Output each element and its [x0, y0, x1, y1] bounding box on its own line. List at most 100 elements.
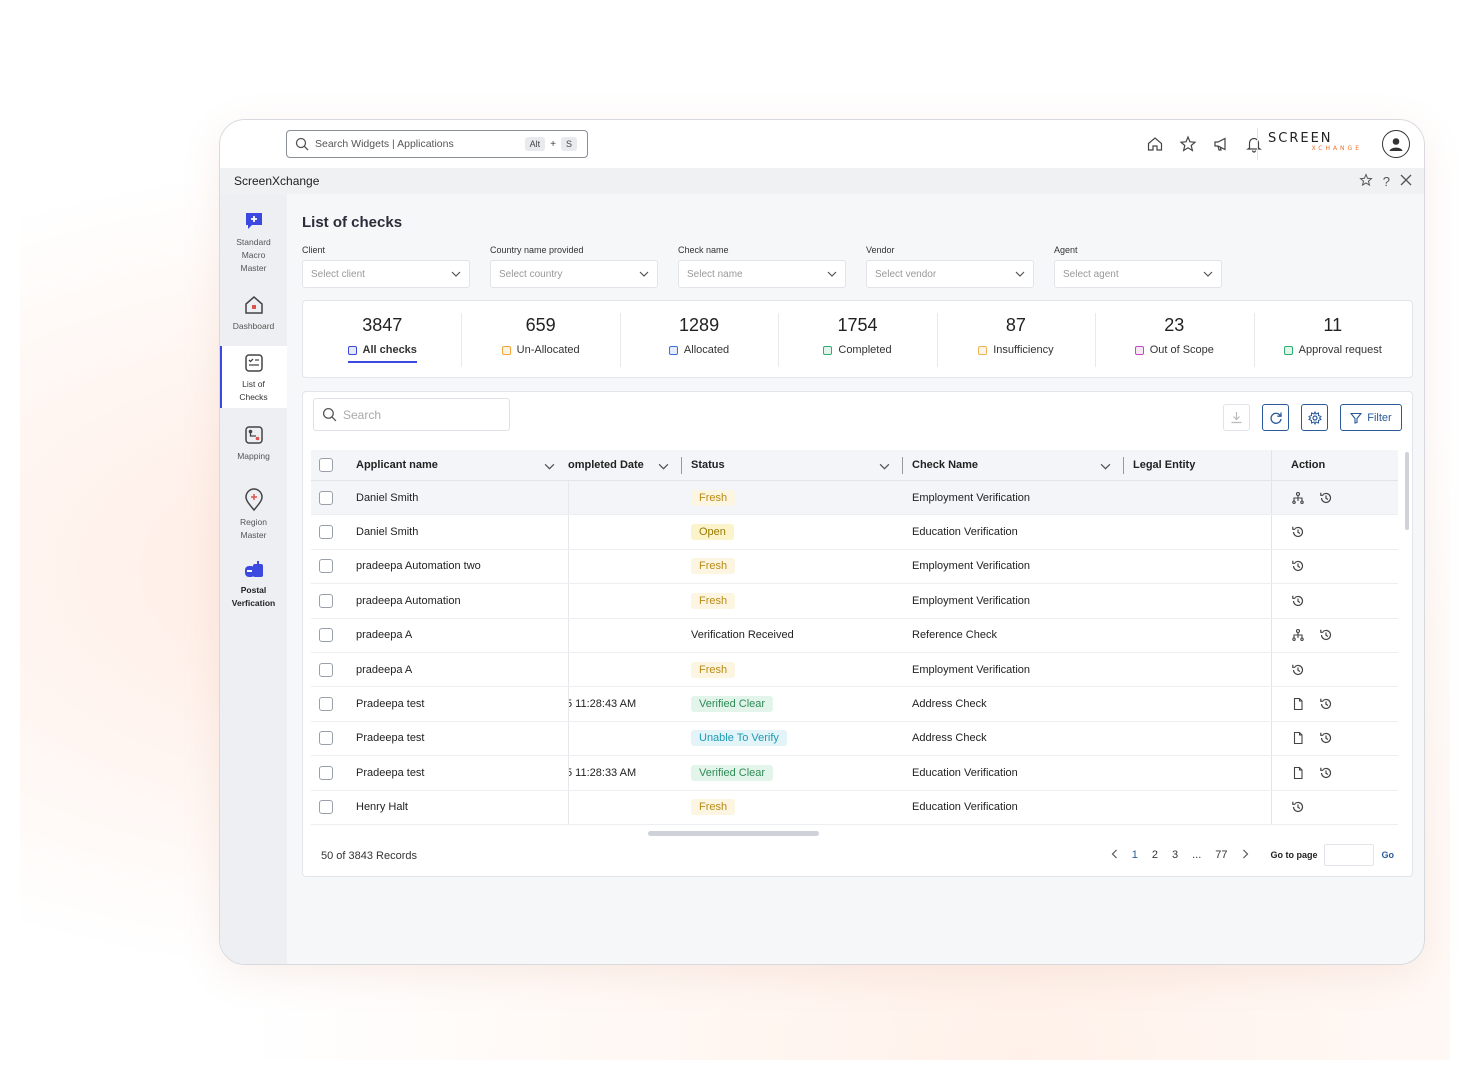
mailbox-icon	[220, 560, 287, 580]
row-checkbox[interactable]	[319, 765, 333, 780]
sidebar-item-mapping[interactable]: Mapping	[220, 408, 287, 476]
stat-tab-completed[interactable]: 1754 Completed	[778, 301, 936, 377]
sidebar-item-standard-macro-master[interactable]: Standard Macro Master	[220, 194, 287, 278]
sidebar-item-list-of-checks[interactable]: List of Checks	[220, 346, 287, 408]
row-checkbox[interactable]	[319, 593, 333, 608]
stat-label: Completed	[823, 344, 892, 356]
chevron-down-icon[interactable]	[1100, 461, 1111, 473]
table-row[interactable]: pradeepa A Fresh Employment Verification	[311, 652, 1398, 688]
select-all-checkbox[interactable]	[319, 458, 333, 472]
page-3[interactable]: 3	[1172, 849, 1178, 861]
go-button[interactable]: Go	[1382, 850, 1395, 860]
agent-select[interactable]: Select agent	[1054, 260, 1222, 288]
page-77[interactable]: 77	[1215, 849, 1227, 861]
next-page-icon[interactable]	[1242, 849, 1249, 862]
column-divider[interactable]	[681, 457, 682, 474]
stat-tab-all-checks[interactable]: 3847 All checks	[303, 301, 461, 377]
column-divider[interactable]	[1123, 457, 1124, 474]
history-icon[interactable]	[1319, 628, 1333, 642]
stat-tab-out-of-scope[interactable]: 23 Out of Scope	[1095, 301, 1253, 377]
row-checkbox[interactable]	[319, 490, 333, 505]
check-name-select[interactable]: Select name	[678, 260, 846, 288]
history-icon[interactable]	[1319, 731, 1333, 745]
user-avatar[interactable]	[1382, 130, 1410, 158]
stat-tab-approval-request[interactable]: 11 Approval request	[1253, 301, 1412, 377]
table-row[interactable]: Pradeepa test 5 11:28:43 AM Verified Clear…	[311, 687, 1398, 722]
document-icon[interactable]	[1291, 766, 1305, 780]
column-divider[interactable]	[902, 457, 903, 474]
completed-date	[568, 515, 680, 548]
stat-tab-allocated[interactable]: 1289 Allocated	[619, 301, 778, 377]
bell-icon[interactable]	[1244, 134, 1264, 154]
chevron-down-icon[interactable]	[544, 461, 555, 473]
column-header-applicant[interactable]: Applicant name	[356, 450, 556, 480]
favorite-star-icon[interactable]	[1359, 172, 1373, 190]
row-checkbox[interactable]	[319, 697, 333, 712]
action-cell	[1281, 481, 1398, 514]
row-checkbox[interactable]	[319, 800, 333, 815]
document-icon[interactable]	[1291, 731, 1305, 745]
table-row[interactable]: Daniel Smith Fresh Employment Verification	[311, 481, 1398, 516]
home-icon[interactable]	[1145, 134, 1165, 154]
download-button[interactable]	[1223, 404, 1250, 431]
vendor-select[interactable]: Select vendor	[866, 260, 1034, 288]
column-header-check-name[interactable]: Check Name	[912, 450, 1122, 480]
column-header-legal-entity[interactable]: Legal Entity	[1133, 450, 1273, 480]
close-icon[interactable]	[1400, 174, 1412, 189]
horizontal-scrollbar[interactable]	[648, 831, 819, 836]
history-icon[interactable]	[1291, 525, 1305, 539]
history-icon[interactable]	[1291, 559, 1305, 573]
vertical-scrollbar[interactable]	[1405, 452, 1409, 530]
settings-button[interactable]	[1301, 404, 1328, 431]
sidebar-item-postal-verfication[interactable]: Postal Verfication	[220, 554, 287, 614]
table-row[interactable]: pradeepa A Verification Received Reference…	[311, 618, 1398, 653]
table-row[interactable]: Pradeepa test Unable To Verify Address Che…	[311, 721, 1398, 757]
history-icon[interactable]	[1291, 663, 1305, 677]
checks-table: Applicant name ompleted Date Status Chec…	[311, 450, 1398, 825]
table-header-row: Applicant name ompleted Date Status Chec…	[311, 450, 1398, 481]
history-icon[interactable]	[1319, 697, 1333, 711]
country-select[interactable]: Select country	[490, 260, 658, 288]
row-checkbox[interactable]	[319, 559, 333, 574]
prev-page-icon[interactable]	[1111, 849, 1118, 862]
help-icon[interactable]: ?	[1383, 174, 1390, 189]
history-icon[interactable]	[1291, 800, 1305, 814]
chevron-down-icon[interactable]	[658, 461, 669, 473]
row-checkbox[interactable]	[319, 731, 333, 746]
stat-tab-un-allocated[interactable]: 659 Un-Allocated	[461, 301, 619, 377]
document-icon[interactable]	[1291, 697, 1305, 711]
page-2[interactable]: 2	[1152, 849, 1158, 861]
client-select[interactable]: Select client	[302, 260, 470, 288]
hierarchy-icon[interactable]	[1291, 628, 1305, 642]
sidebar-item-dashboard[interactable]: Dashboard	[220, 278, 287, 346]
table-row[interactable]: pradeepa Automation two Fresh Employment V…	[311, 549, 1398, 585]
history-icon[interactable]	[1319, 491, 1333, 505]
history-icon[interactable]	[1291, 594, 1305, 608]
chevron-down-icon	[639, 271, 649, 277]
stat-tab-insufficiency[interactable]: 87 Insufficiency	[936, 301, 1095, 377]
sidebar-item-region-master[interactable]: Region Master	[220, 476, 287, 554]
hierarchy-icon[interactable]	[1291, 491, 1305, 505]
stat-icon	[1283, 345, 1293, 355]
brand-sub: XCHANGE	[1311, 145, 1362, 152]
chevron-down-icon[interactable]	[879, 461, 890, 473]
star-icon[interactable]	[1178, 134, 1198, 154]
action-cell	[1281, 515, 1398, 548]
megaphone-icon[interactable]	[1211, 134, 1231, 154]
table-row[interactable]: pradeepa Automation Fresh Employment Verif…	[311, 584, 1398, 619]
table-row[interactable]: Daniel Smith Open Education Verification	[311, 515, 1398, 550]
page-1[interactable]: 1	[1132, 849, 1138, 861]
go-to-page-input[interactable]	[1323, 844, 1374, 866]
filter-button[interactable]: Filter	[1340, 404, 1402, 431]
table-search-input[interactable]: Search	[313, 398, 510, 431]
global-search-input[interactable]: Search Widgets | Applications Alt + S	[286, 130, 588, 158]
column-header-status[interactable]: Status	[691, 450, 901, 480]
refresh-button[interactable]	[1262, 404, 1289, 431]
row-checkbox[interactable]	[319, 628, 333, 643]
check-name: Education Verification	[912, 766, 1018, 779]
row-checkbox[interactable]	[319, 662, 333, 677]
table-row[interactable]: Henry Halt Fresh Education Verification	[311, 790, 1398, 825]
table-row[interactable]: Pradeepa test 5 11:28:33 AM Verified Clear…	[311, 756, 1398, 791]
history-icon[interactable]	[1319, 766, 1333, 780]
row-checkbox[interactable]	[319, 525, 333, 540]
